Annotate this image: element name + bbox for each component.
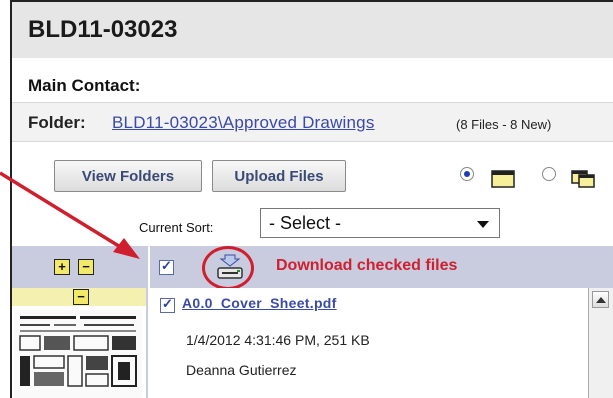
expand-all-button[interactable]: +	[54, 259, 70, 275]
thumbnail-collapse-button[interactable]: −	[73, 289, 89, 305]
permit-header: BLD11-03023	[12, 2, 613, 58]
collapse-all-button[interactable]: −	[78, 259, 94, 275]
view-folders-button[interactable]: View Folders	[54, 160, 202, 192]
main-contact-label: Main Contact:	[28, 76, 141, 95]
file-count: (8 Files - 8 New)	[456, 117, 552, 132]
column-divider	[148, 246, 150, 288]
select-all-checkbox[interactable]: ✓	[159, 258, 174, 275]
multi-window-radio[interactable]	[542, 167, 556, 181]
permit-number: BLD11-03023	[28, 16, 178, 43]
upload-files-button[interactable]: Upload Files	[212, 160, 346, 192]
current-sort-label: Current Sort:	[139, 220, 214, 235]
file-thumbnail[interactable]	[14, 310, 142, 398]
list-header: + − ✓ Download checked files	[12, 246, 613, 290]
file-details: ✓ A0.0_Cover_Sheet.pdf 1/4/2012 4:31:46 …	[150, 288, 588, 398]
download-annotation: Download checked files	[276, 257, 458, 274]
thumbnail-header: −	[12, 288, 146, 306]
chevron-down-icon	[477, 221, 489, 228]
single-window-icon	[491, 170, 515, 188]
download-highlight-circle	[202, 246, 254, 290]
folder-row: Folder: BLD11-03023\Approved Drawings (8…	[12, 102, 613, 142]
file-name-link[interactable]: A0.0_Cover_Sheet.pdf	[182, 295, 337, 311]
sort-select-value: - Select -	[269, 213, 342, 233]
folder-path-link[interactable]: BLD11-03023\Approved Drawings	[112, 113, 375, 133]
scroll-up-button[interactable]	[592, 291, 609, 308]
sort-bar: Current Sort: - Select -	[12, 202, 613, 246]
vertical-scrollbar[interactable]	[588, 288, 613, 398]
folder-label: Folder:	[28, 113, 86, 132]
sort-select[interactable]: - Select -	[260, 208, 500, 238]
file-date-size: 1/4/2012 4:31:46 PM, 251 KB	[186, 332, 370, 348]
file-manager-panel: BLD11-03023 Main Contact: Folder: BLD11-…	[10, 0, 613, 398]
file-checkbox[interactable]: ✓	[160, 296, 175, 313]
main-contact-row: Main Contact:	[12, 58, 613, 102]
chevron-up-icon	[596, 297, 606, 303]
multi-window-icon	[571, 170, 595, 188]
file-uploader: Deanna Gutierrez	[186, 362, 297, 378]
toolbar: View Folders Upload Files	[12, 142, 613, 202]
thumbnail-column: −	[12, 288, 148, 398]
single-window-radio[interactable]	[460, 167, 474, 181]
